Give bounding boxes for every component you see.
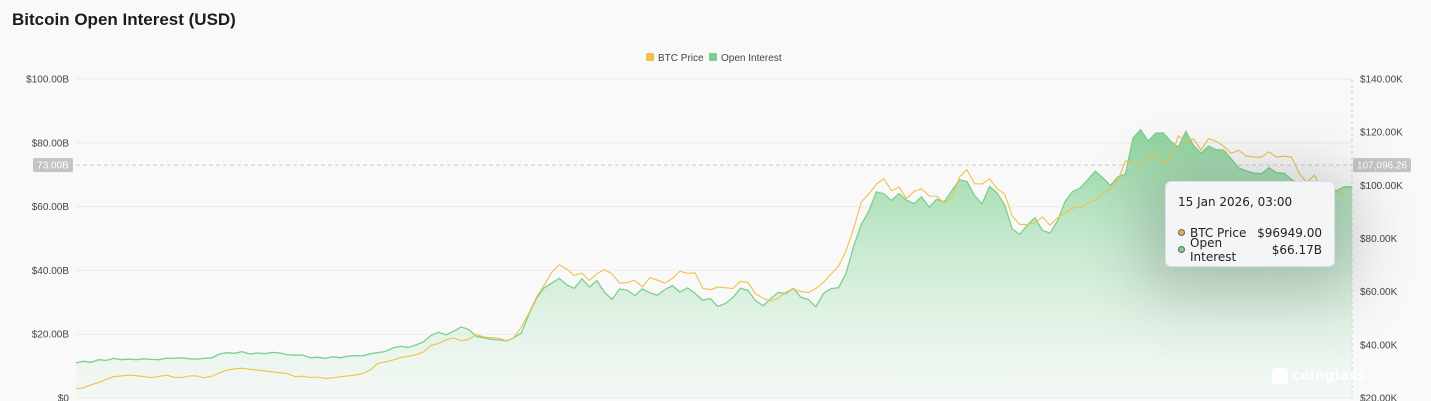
left-axis-tick-label: $20.00B [32, 330, 70, 341]
open-interest-area [76, 129, 1352, 398]
legend-swatch [646, 53, 654, 61]
legend-item[interactable]: Open Interest [709, 53, 782, 64]
coinglass-logo-icon [1272, 368, 1288, 384]
crosshair-right-label: 107,096.26 [1357, 161, 1407, 172]
right-axis-tick-label: $80.00K [1360, 234, 1398, 245]
tooltip-date: 15 Jan 2026, 03:00 [1178, 195, 1293, 209]
left-axis-tick-label: $0 [58, 394, 70, 401]
legend-swatch [709, 53, 717, 61]
left-axis-tick-label: $100.00B [26, 75, 69, 86]
left-axis: $0 $20.00B $40.00B $60.00B $80.00B $100.00B [26, 75, 69, 401]
coinglass-watermark: coinglass [1272, 368, 1366, 384]
right-axis-tick-label: $120.00K [1360, 128, 1403, 139]
crosshair-left-label: 73.00B [37, 161, 69, 172]
legend[interactable]: BTC Price Open Interest [646, 53, 782, 64]
right-axis-tick-label: $100.00K [1360, 181, 1403, 192]
legend-item[interactable]: BTC Price [646, 53, 704, 64]
watermark-text: coinglass [1292, 368, 1366, 384]
series-layer [75, 128, 1352, 398]
tooltip-row-value: $66.17B [1271, 242, 1322, 257]
left-axis-tick-label: $60.00B [32, 202, 70, 213]
right-axis-tick-label: $20.00K [1360, 394, 1398, 401]
legend-label: BTC Price [658, 53, 704, 64]
right-axis-tick-label: $140.00K [1360, 75, 1403, 86]
right-axis-tick-label: $60.00K [1360, 287, 1398, 298]
left-axis-tick-label: $80.00B [32, 138, 70, 149]
legend-label: Open Interest [721, 53, 782, 64]
open-interest-dot-icon [1178, 246, 1185, 253]
tooltip-row-label: Open Interest [1190, 235, 1237, 264]
btc-price-dot-icon [1178, 229, 1185, 236]
right-axis-tick-label: $40.00K [1360, 340, 1398, 351]
right-axis: $20.00K $40.00K $60.00K $80.00K $100.00K $120… [1351, 75, 1403, 401]
chart-tooltip: 15 Jan 2026, 03:00 BTC Price $96949.00 O… [1165, 181, 1335, 267]
left-axis-tick-label: $40.00B [32, 266, 70, 277]
tooltip-row-open-interest: Open Interest $66.17B [1178, 236, 1322, 264]
